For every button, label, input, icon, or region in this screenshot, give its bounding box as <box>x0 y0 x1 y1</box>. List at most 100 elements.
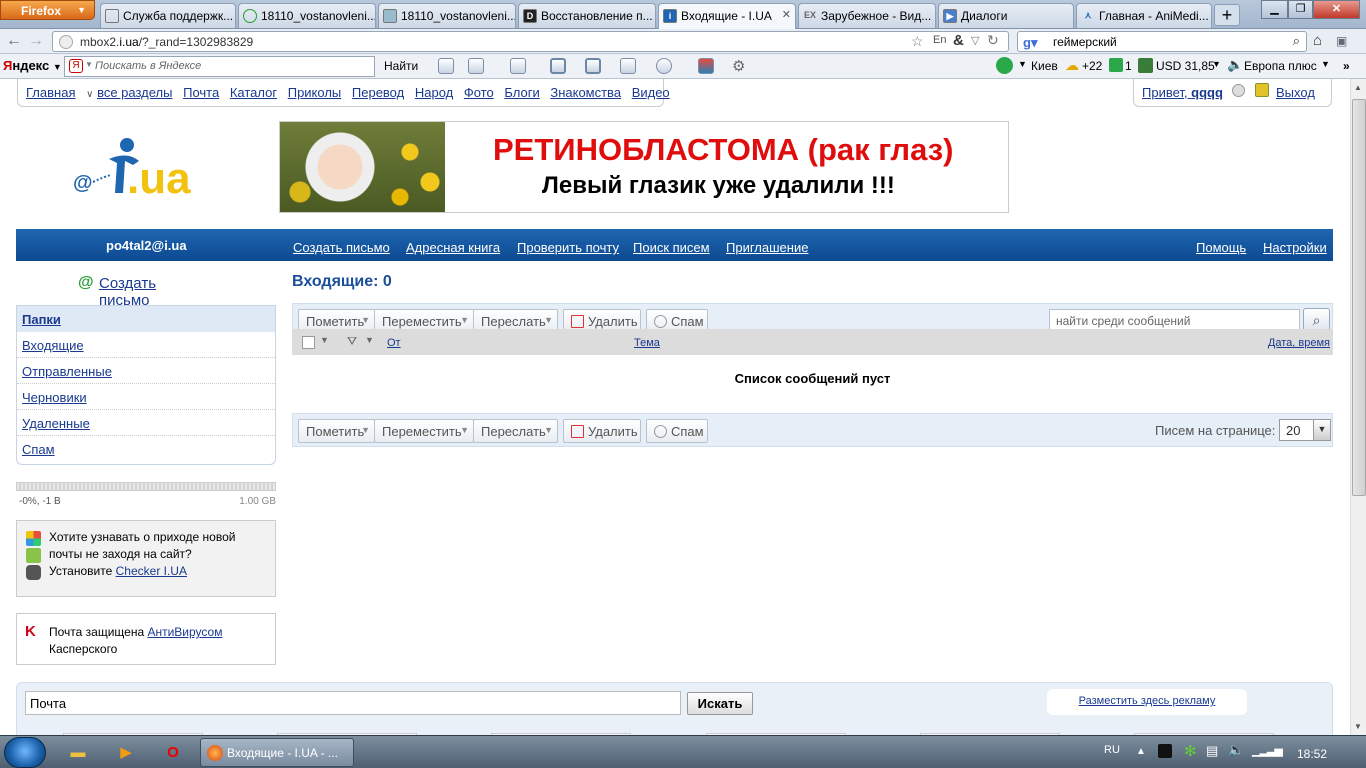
yandex-find-button[interactable]: Найти <box>384 59 418 73</box>
menu-translate-link[interactable]: Перевод <box>352 85 404 100</box>
menu-mail-link[interactable]: Почта <box>183 85 219 100</box>
firefox-menu-button[interactable]: Firefox ▼ <box>0 0 95 20</box>
language-indicator[interactable]: RU <box>1104 744 1120 756</box>
menu-catalog-link[interactable]: Каталог <box>230 85 277 100</box>
forward-arrow-icon[interactable]: → <box>28 32 44 50</box>
taskbar-firefox-window[interactable]: Входящие - I.UA - ... <box>200 738 354 767</box>
browser-tab[interactable]: Служба поддержк... <box>100 3 236 28</box>
scroll-down-icon[interactable]: ▼ <box>1354 722 1362 731</box>
widget-icon[interactable] <box>698 58 714 74</box>
site-search-input[interactable]: Почта <box>25 691 681 715</box>
scrollbar-thumb[interactable] <box>1352 99 1366 496</box>
menu-narod-link[interactable]: Народ <box>415 85 453 100</box>
browser-tab[interactable]: D Восстановление п... <box>518 3 656 28</box>
spam-button[interactable]: Спам <box>646 419 708 443</box>
chevron-down-icon[interactable]: ▼ <box>320 335 329 345</box>
browser-tab-active[interactable]: i Входящие - I.UA ✕ <box>658 3 796 29</box>
media-player-icon[interactable]: ▶ <box>108 740 144 765</box>
menu-dating-link[interactable]: Знакомства <box>550 85 621 100</box>
browser-tab[interactable]: ⋏ Главная - AniMedi... <box>1076 3 1212 28</box>
url-bar[interactable]: mbox2.i.ua/?_rand=1302983829 ☆ En & ▽ ↻ <box>52 31 1009 52</box>
status-icon[interactable] <box>1232 84 1245 97</box>
settings-link[interactable]: Настройки <box>1263 240 1327 255</box>
menu-blogs-link[interactable]: Блоги <box>504 85 539 100</box>
select-all-checkbox[interactable] <box>302 336 315 349</box>
browser-tab[interactable]: 18110_vostanovleni... <box>378 3 516 28</box>
check-mail-link[interactable]: Проверить почту <box>517 240 619 255</box>
temperature-label[interactable]: +22 <box>1082 59 1102 73</box>
tray-app-icon[interactable] <box>1158 744 1172 758</box>
translate-icon[interactable]: En <box>933 34 946 46</box>
back-arrow-icon[interactable]: ← <box>6 32 22 50</box>
filter-icon[interactable]: ⛛ <box>347 334 357 349</box>
reload-icon[interactable]: ↻ <box>987 32 999 49</box>
column-from[interactable]: От <box>387 337 401 349</box>
mail-icon[interactable] <box>468 58 484 74</box>
delete-button[interactable]: Удалить <box>563 419 641 443</box>
address-book-link[interactable]: Адресная книга <box>406 240 500 255</box>
start-button[interactable] <box>4 737 46 768</box>
move-button[interactable]: Переместить ▼ <box>374 419 474 443</box>
yandex-logo[interactable]: Яндекс ▼ <box>3 58 62 73</box>
city-label[interactable]: Киев <box>1031 59 1058 73</box>
dropdown-arrow-icon[interactable]: ▽ <box>971 34 979 47</box>
explorer-icon[interactable]: ▬ <box>60 740 96 765</box>
menu-photo-link[interactable]: Фото <box>464 85 494 100</box>
chevron-down-icon[interactable]: ▼ <box>365 335 374 345</box>
mark-button[interactable]: Пометить ▼ <box>298 419 375 443</box>
overflow-icon[interactable]: » <box>1343 59 1350 73</box>
folder-sent[interactable]: Отправленные <box>22 364 112 379</box>
bookmark-star-icon[interactable]: ☆ <box>911 33 924 50</box>
sidebar-compose-link[interactable]: Создать письмо <box>99 275 156 309</box>
search-mail-link[interactable]: Поиск писем <box>633 240 710 255</box>
volume-icon[interactable]: 🔈 <box>1228 742 1244 758</box>
radio-label[interactable]: Европа плюс <box>1244 59 1317 73</box>
per-page-select[interactable]: 20 ▼ <box>1279 419 1331 441</box>
browser-tab[interactable]: 18110_vostanovleni... <box>238 3 376 28</box>
home-icon[interactable]: ⌂ <box>1313 32 1322 49</box>
folder-spam[interactable]: Спам <box>22 442 55 457</box>
folder-drafts[interactable]: Черновики <box>22 390 87 405</box>
profile-icon[interactable] <box>1255 83 1269 97</box>
column-date[interactable]: Дата, время <box>1268 337 1330 349</box>
menu-video-link[interactable]: Видео <box>632 85 670 100</box>
opera-icon[interactable]: O <box>155 740 191 765</box>
folders-header-link[interactable]: Папки <box>22 312 61 327</box>
menu-all-sections-link[interactable]: все разделы <box>97 85 172 100</box>
currency-label[interactable]: USD 31,85 <box>1156 59 1215 73</box>
close-icon[interactable]: ✕ <box>782 8 791 21</box>
yandex-search-input[interactable]: Я ▼ Поискать в Яндексе <box>64 56 375 77</box>
greeting-link[interactable]: Привет, qqqq <box>1142 85 1223 100</box>
forward-button[interactable]: Переслать ▼ <box>473 419 558 443</box>
translate-icon[interactable] <box>620 58 636 74</box>
help-link[interactable]: Помощь <box>1196 240 1246 255</box>
antivirus-link[interactable]: АнтиВирусом <box>147 625 222 639</box>
minimize-button[interactable]: ▁ <box>1261 0 1288 19</box>
compose-link[interactable]: Создать письмо <box>293 240 390 255</box>
menu-main-link[interactable]: Главная <box>26 85 75 100</box>
folder-deleted[interactable]: Удаленные <box>22 416 90 431</box>
network-icon[interactable]: ▤ <box>1206 743 1218 759</box>
puzzle-icon[interactable]: ▣ <box>1336 34 1347 48</box>
iua-logo[interactable]: @ .ua <box>73 137 213 203</box>
tray-expand-icon[interactable]: ▲ <box>1136 746 1146 757</box>
ampersand-icon[interactable]: & <box>953 32 964 49</box>
scroll-up-icon[interactable]: ▲ <box>1354 83 1362 92</box>
invitation-link[interactable]: Приглашение <box>726 240 808 255</box>
chat-icon[interactable] <box>656 58 672 74</box>
screenshot-icon[interactable] <box>585 58 601 74</box>
bookmarks-icon[interactable] <box>510 58 526 74</box>
place-ad-link[interactable]: Разместить здесь рекламу <box>1079 695 1216 707</box>
close-window-button[interactable]: ✕ <box>1313 0 1360 19</box>
gear-icon[interactable]: ⚙ <box>732 57 745 75</box>
checker-link[interactable]: Checker I.UA <box>116 564 187 578</box>
spellcheck-icon[interactable] <box>550 58 566 74</box>
column-subject[interactable]: Тема <box>634 337 660 349</box>
page-scrollbar[interactable]: ▲ ▼ <box>1350 79 1366 735</box>
clock[interactable]: 18:52 <box>1297 747 1327 761</box>
mail-count-label[interactable]: 1 <box>1125 59 1132 73</box>
folder-inbox[interactable]: Входящие <box>22 338 84 353</box>
tray-utorrent-icon[interactable]: ✻ <box>1184 742 1197 760</box>
browser-tab[interactable]: ▶ Диалоги <box>938 3 1074 28</box>
menu-jokes-link[interactable]: Приколы <box>288 85 342 100</box>
